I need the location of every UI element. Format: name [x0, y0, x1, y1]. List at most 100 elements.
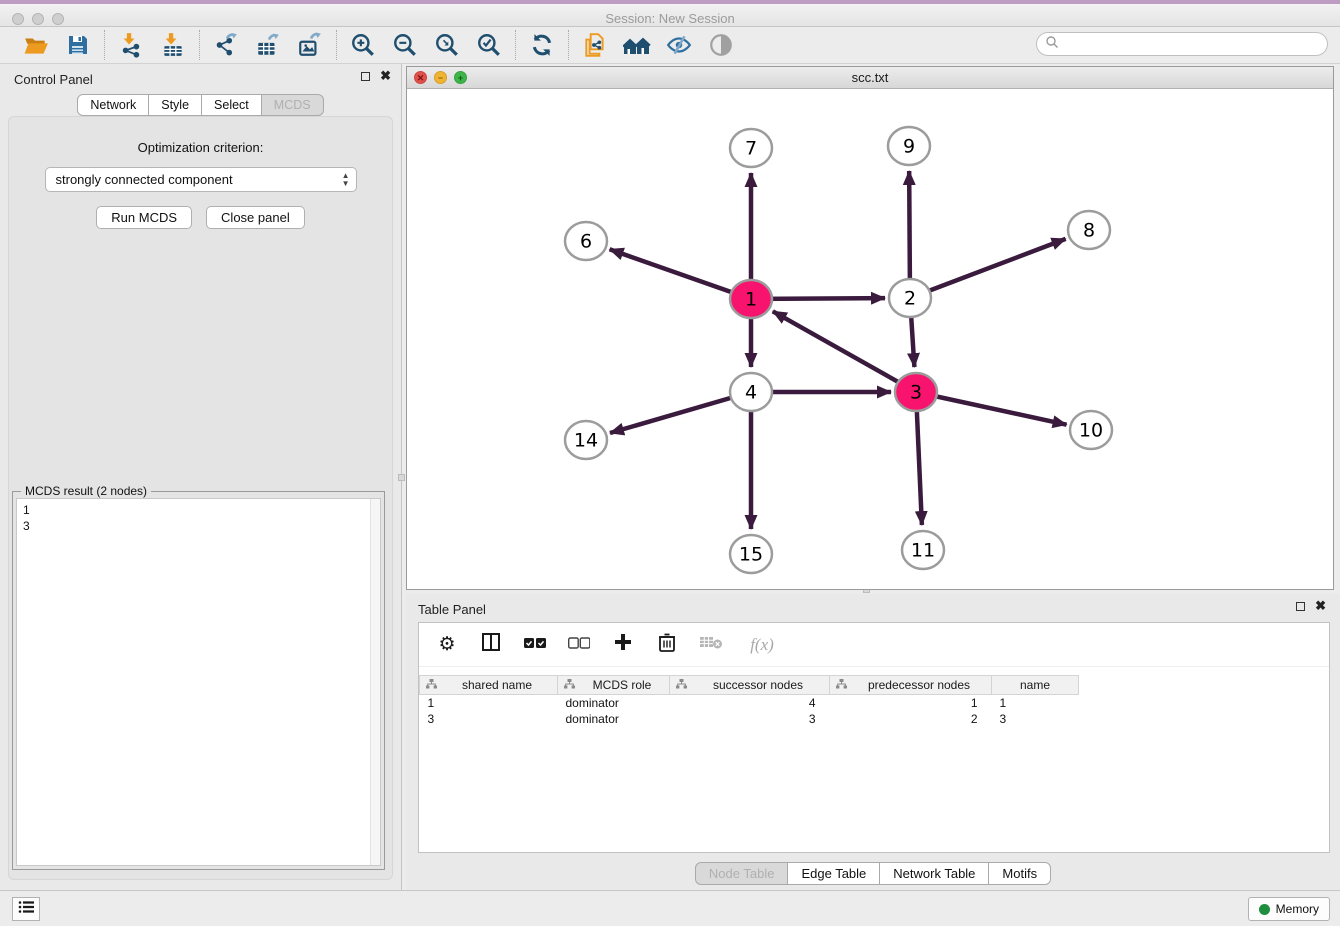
node-9[interactable]: 9 [888, 127, 930, 165]
function-builder-button-disabled: f(x) [743, 633, 781, 657]
node-6[interactable]: 6 [565, 222, 607, 260]
export-table-button[interactable] [254, 31, 282, 59]
column-header-shared-name[interactable]: shared name [420, 676, 558, 695]
svg-text:4: 4 [745, 382, 757, 404]
edge-3-10[interactable] [916, 392, 1067, 425]
node-4[interactable]: 4 [730, 373, 772, 411]
zoom-in-icon [350, 32, 376, 58]
column-header-predecessor-nodes[interactable]: predecessor nodes [830, 676, 992, 695]
svg-text:3: 3 [910, 382, 922, 404]
node-10[interactable]: 10 [1070, 411, 1112, 449]
cell-successor-nodes[interactable]: 4 [670, 695, 830, 711]
cell-MCDS-role[interactable]: dominator [558, 711, 670, 727]
svg-text:9: 9 [903, 136, 915, 158]
close-panel-icon[interactable]: ✖ [380, 71, 391, 81]
cell-shared-name[interactable]: 3 [420, 711, 558, 727]
main-toolbar [0, 27, 1340, 64]
node-8[interactable]: 8 [1068, 211, 1110, 249]
deselect-all-button[interactable] [567, 633, 591, 657]
tab-select[interactable]: Select [202, 94, 262, 116]
refresh-layout-button[interactable] [528, 31, 556, 59]
export-network-button[interactable] [212, 31, 240, 59]
control-panel: Control Panel ✖ NetworkStyleSelectMCDS O… [0, 64, 402, 890]
tab-network-table[interactable]: Network Table [880, 862, 989, 885]
svg-text:6: 6 [580, 231, 592, 253]
select-all-button[interactable] [523, 633, 547, 657]
delete-column-button[interactable] [655, 633, 679, 657]
node-14[interactable]: 14 [565, 421, 607, 459]
cell-MCDS-role[interactable]: dominator [558, 695, 670, 711]
cell-name[interactable]: 3 [992, 711, 1079, 727]
float-table-panel-icon[interactable] [1296, 602, 1305, 611]
svg-text:10: 10 [1079, 420, 1103, 442]
table-row[interactable]: 3dominator323 [420, 711, 1079, 727]
memory-button[interactable]: Memory [1248, 897, 1330, 921]
tab-node-table[interactable]: Node Table [695, 862, 789, 885]
table-row[interactable]: 1dominator411 [420, 695, 1079, 711]
network-canvas[interactable]: 7 9 6 8 1 2 4 3 14 10 15 11 [407, 89, 1333, 589]
duplicate-network-button[interactable] [581, 31, 609, 59]
fit-content-button[interactable] [433, 31, 461, 59]
criterion-value: strongly connected component [56, 172, 233, 187]
search-box[interactable] [1036, 32, 1328, 56]
home-button[interactable] [623, 31, 651, 59]
node-1[interactable]: 1 [730, 280, 772, 318]
import-table-button[interactable] [159, 31, 187, 59]
tab-style[interactable]: Style [149, 94, 202, 116]
select-all-icon [524, 636, 546, 654]
tab-motifs[interactable]: Motifs [989, 862, 1051, 885]
column-header-MCDS-role[interactable]: MCDS role [558, 676, 670, 695]
cell-name[interactable]: 1 [992, 695, 1079, 711]
vertical-splitter-grip[interactable] [398, 474, 405, 481]
node-7[interactable]: 7 [730, 129, 772, 167]
tab-network[interactable]: Network [77, 94, 149, 116]
cell-predecessor-nodes[interactable]: 1 [830, 695, 992, 711]
cell-shared-name[interactable]: 1 [420, 695, 558, 711]
task-history-button[interactable] [12, 897, 40, 921]
export-image-button[interactable] [296, 31, 324, 59]
float-panel-icon[interactable] [361, 72, 370, 81]
mcds-result-area[interactable]: 1 3 [16, 498, 381, 866]
node-2[interactable]: 2 [889, 279, 931, 317]
window-titlebar: Session: New Session [0, 0, 1340, 27]
criterion-dropdown[interactable]: strongly connected component ▲▼ [45, 167, 357, 192]
edge-3-1[interactable] [773, 311, 916, 392]
add-column-button[interactable] [611, 633, 635, 657]
column-header-successor-nodes[interactable]: successor nodes [670, 676, 830, 695]
cell-successor-nodes[interactable]: 3 [670, 711, 830, 727]
table-settings-button[interactable]: ⚙ [435, 633, 459, 657]
close-panel-button[interactable]: Close panel [206, 206, 305, 229]
node-table[interactable]: shared nameMCDS rolesuccessor nodesprede… [419, 675, 1079, 727]
zoom-out-button[interactable] [391, 31, 419, 59]
hide-visual-button[interactable] [665, 31, 693, 59]
attribute-tree-icon [426, 678, 437, 692]
edge-2-8[interactable] [910, 239, 1066, 298]
cell-predecessor-nodes[interactable]: 2 [830, 711, 992, 727]
fx-icon: f(x) [750, 635, 774, 655]
search-input[interactable] [1059, 37, 1327, 51]
node-11[interactable]: 11 [902, 531, 944, 569]
split-columns-button[interactable] [479, 633, 503, 657]
fit-content-icon [434, 32, 460, 58]
table-tabs: Node TableEdge TableNetwork TableMotifs [695, 862, 1051, 885]
zoom-selected-button[interactable] [475, 31, 503, 59]
save-session-button[interactable] [64, 31, 92, 59]
column-header-name[interactable]: name [992, 676, 1079, 695]
optimization-criterion-label: Optimization criterion: [8, 140, 393, 155]
import-network-button[interactable] [117, 31, 145, 59]
zoom-in-button[interactable] [349, 31, 377, 59]
node-3[interactable]: 3 [895, 373, 937, 411]
tab-mcds[interactable]: MCDS [262, 94, 324, 116]
tab-edge-table[interactable]: Edge Table [788, 862, 880, 885]
svg-text:14: 14 [574, 430, 598, 452]
attribute-tree-icon [836, 678, 847, 692]
node-15[interactable]: 15 [730, 535, 772, 573]
edge-1-6[interactable] [610, 249, 751, 299]
import-network-icon [118, 32, 144, 58]
open-file-button[interactable] [22, 31, 50, 59]
run-mcds-button[interactable]: Run MCDS [96, 206, 192, 229]
plus-icon [613, 632, 633, 657]
close-table-panel-icon[interactable]: ✖ [1315, 601, 1326, 611]
result-scrollbar[interactable] [370, 499, 380, 865]
network-window-titlebar[interactable]: ✕ − + scc.txt [407, 67, 1333, 89]
